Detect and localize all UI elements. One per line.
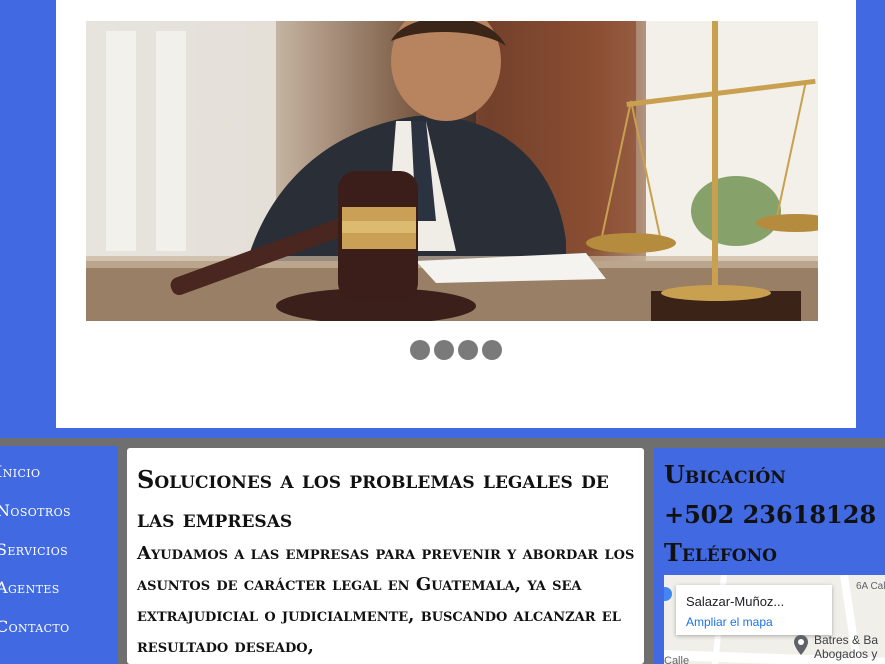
map-place-name: Salazar-Muñoz... — [686, 594, 785, 609]
intro-text: Ayudamos a las empresas para prevenir y … — [137, 543, 635, 657]
location-heading: Ubicación — [664, 460, 786, 489]
hero-card — [56, 0, 856, 428]
page-title: Soluciones a los problemas legales de la… — [137, 465, 609, 533]
business-pin-icon[interactable] — [794, 635, 808, 655]
map-place-card: Salazar-Muñoz... Ampliar el mapa — [676, 585, 832, 635]
street-label-2: Calle — [664, 655, 690, 664]
nav-item-agentes[interactable]: Agentes — [0, 575, 60, 601]
location-map[interactable]: Salazar-Muñoz... Ampliar el mapa 6A Call… — [664, 575, 885, 664]
slider-dot-1[interactable] — [410, 340, 430, 360]
street-label: 6A Calle — [856, 581, 885, 592]
main-content-card: Soluciones a los problemas legales de la… — [127, 448, 644, 664]
enlarge-map-link[interactable]: Ampliar el mapa — [686, 615, 773, 629]
sidebar-nav: Inicio Nosotros Servicios Agentes Contac… — [0, 446, 118, 664]
business-label-line2: Abogados y — [814, 647, 878, 661]
slider-dot-2[interactable] — [434, 340, 454, 360]
phone-number: +502 23618128 — [664, 500, 877, 529]
business-label-line1: Batres & Ba — [814, 633, 879, 647]
nav-item-nosotros[interactable]: Nosotros — [0, 498, 71, 524]
slider-dot-3[interactable] — [458, 340, 478, 360]
slider-dot-4[interactable] — [482, 340, 502, 360]
phone-heading: Teléfono — [664, 538, 777, 567]
hero-image — [86, 21, 818, 321]
slider-dots — [410, 340, 502, 360]
contact-panel: Ubicación +502 23618128 Teléfono Salazar… — [654, 448, 885, 664]
nav-item-servicios[interactable]: Servicios — [0, 537, 68, 563]
nav-item-inicio[interactable]: Inicio — [0, 459, 40, 485]
lawyer-gavel-scales-photo-icon — [86, 21, 818, 321]
nav-item-contacto[interactable]: Contacto — [0, 614, 70, 640]
